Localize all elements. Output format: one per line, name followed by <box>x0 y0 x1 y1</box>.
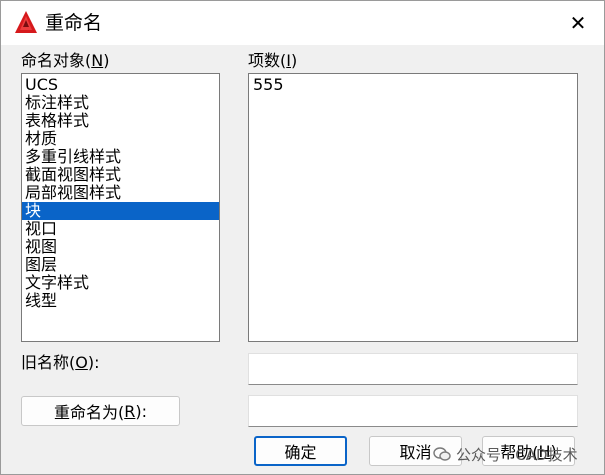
named-object-item[interactable]: 多重引线样式 <box>22 148 219 166</box>
items-list[interactable]: 555 <box>248 73 578 342</box>
close-icon: ✕ <box>569 11 587 35</box>
dialog-title: 重命名 <box>45 12 103 34</box>
old-name-field[interactable] <box>248 353 578 385</box>
items-list-items: 555 <box>249 74 577 94</box>
named-object-item[interactable]: 局部视图样式 <box>22 184 219 202</box>
wechat-icon <box>433 447 451 461</box>
rename-dialog: 重命名 ✕ 命名对象(N) UCS 标注样式 表格样式 材质 多重引线样式 截面视图样式局… <box>0 0 605 475</box>
named-object-item[interactable]: 视图 <box>22 238 219 256</box>
named-object-item[interactable]: 视口 <box>22 220 219 238</box>
watermark-text: 公众号 · CAD技术 <box>456 445 578 464</box>
named-object-item[interactable]: 图层 <box>22 256 219 274</box>
title-bar: 重命名 ✕ <box>1 1 604 45</box>
rename-to-button[interactable]: 重命名为(R): <box>21 396 180 426</box>
named-object-item[interactable]: UCS <box>22 76 219 94</box>
rename-to-field[interactable] <box>248 395 578 427</box>
named-object-item[interactable]: 截面视图样式 <box>22 166 219 184</box>
items-label: 项数(I) <box>248 51 298 70</box>
named-objects-label: 命名对象(N) <box>21 51 110 70</box>
named-objects-list[interactable]: UCS 标注样式 表格样式 材质 多重引线样式 截面视图样式 局部视图样式块视口 视图 图层 文字… <box>21 73 220 342</box>
named-objects-items: UCS 标注样式 表格样式 材质 多重引线样式 截面视图样式 局部视图样式块视口 视图 图层 文字… <box>22 74 219 310</box>
item-entry[interactable]: 555 <box>249 74 577 94</box>
old-name-label: 旧名称(O): <box>21 353 100 372</box>
ok-button[interactable]: 确定 <box>254 436 347 466</box>
close-button[interactable]: ✕ <box>561 7 595 39</box>
named-object-item[interactable]: 线型 <box>22 292 219 310</box>
named-object-item[interactable]: 表格样式 <box>22 112 219 130</box>
autocad-a-icon <box>15 11 37 33</box>
named-object-item[interactable]: 块 <box>22 202 219 220</box>
named-object-item[interactable]: 标注样式 <box>22 94 219 112</box>
named-object-item[interactable]: 材质 <box>22 130 219 148</box>
watermark: 公众号 · CAD技术 <box>433 442 605 466</box>
named-object-item[interactable]: 文字样式 <box>22 274 219 292</box>
